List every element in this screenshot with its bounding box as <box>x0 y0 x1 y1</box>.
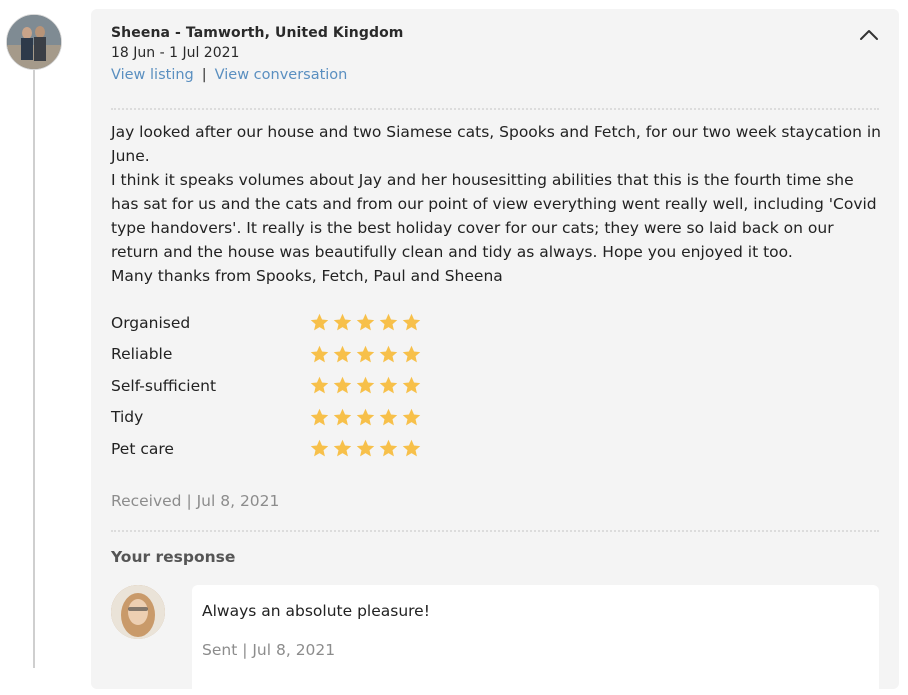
star-icon <box>333 408 352 426</box>
response-text: Always an absolute pleasure! <box>202 602 430 620</box>
star-icon <box>356 440 375 457</box>
review-paragraph: Many thanks from Spooks, Fetch, Paul and… <box>111 267 503 285</box>
star-rating <box>309 312 422 333</box>
rating-row-tidy: Tidy <box>111 402 511 434</box>
timeline-line <box>33 60 35 668</box>
star-icon <box>379 440 398 457</box>
sit-dates: 18 Jun - 1 Jul 2021 <box>111 45 240 61</box>
received-date: Received | Jul 8, 2021 <box>111 492 280 510</box>
star-rating <box>309 438 422 459</box>
collapse-button[interactable] <box>857 23 881 45</box>
review-links: View listing | View conversation <box>111 67 347 83</box>
rating-row-organised: Organised <box>111 307 511 339</box>
divider <box>111 530 879 532</box>
sent-date: Sent | Jul 8, 2021 <box>202 641 336 659</box>
star-icon <box>310 345 329 363</box>
review-card: Sheena - Tamworth, United Kingdom 18 Jun… <box>91 9 899 695</box>
star-icon <box>356 345 375 363</box>
star-icon <box>402 408 421 426</box>
rating-row-pet-care: Pet care <box>111 433 511 465</box>
star-icon <box>402 314 421 331</box>
rating-label: Organised <box>111 313 191 332</box>
rating-row-reliable: Reliable <box>111 339 511 371</box>
star-icon <box>333 314 352 331</box>
star-icon <box>356 408 375 426</box>
star-icon <box>310 408 329 426</box>
star-icon <box>333 377 352 394</box>
response-bubble: Always an absolute pleasure! Sent | Jul … <box>192 585 879 695</box>
star-icon <box>310 440 329 457</box>
link-separator: | <box>201 67 207 83</box>
review-paragraph: Jay looked after our house and two Siame… <box>111 123 881 165</box>
reviewer-name: Sheena - Tamworth, United Kingdom <box>111 25 404 41</box>
star-icon <box>379 377 398 394</box>
reviewer-avatar <box>6 14 62 70</box>
chevron-up-icon <box>860 30 878 40</box>
star-icon <box>310 377 329 394</box>
star-icon <box>402 345 421 363</box>
star-icon <box>356 377 375 394</box>
divider <box>111 108 879 110</box>
star-icon <box>333 345 352 363</box>
star-icon <box>356 314 375 331</box>
star-rating <box>309 407 422 428</box>
star-icon <box>402 377 421 394</box>
review-paragraph: I think it speaks volumes about Jay and … <box>111 171 877 261</box>
responder-avatar <box>111 585 165 639</box>
rating-label: Tidy <box>111 408 144 427</box>
rating-row-self-sufficient: Self-sufficient <box>111 370 511 402</box>
ratings-list: Organised Reliable Self-sufficient Tidy … <box>111 307 511 465</box>
rating-label: Reliable <box>111 345 173 364</box>
view-listing-link[interactable]: View listing <box>111 67 194 83</box>
star-icon <box>402 440 421 457</box>
view-conversation-link[interactable]: View conversation <box>215 67 348 83</box>
star-icon <box>310 314 329 331</box>
rating-label: Pet care <box>111 439 174 458</box>
star-icon <box>379 345 398 363</box>
star-icon <box>333 440 352 457</box>
review-text: Jay looked after our house and two Siame… <box>111 120 881 288</box>
star-rating <box>309 344 422 365</box>
star-rating <box>309 375 422 396</box>
response-heading: Your response <box>111 548 236 566</box>
star-icon <box>379 314 398 331</box>
rating-label: Self-sufficient <box>111 376 217 395</box>
star-icon <box>379 408 398 426</box>
